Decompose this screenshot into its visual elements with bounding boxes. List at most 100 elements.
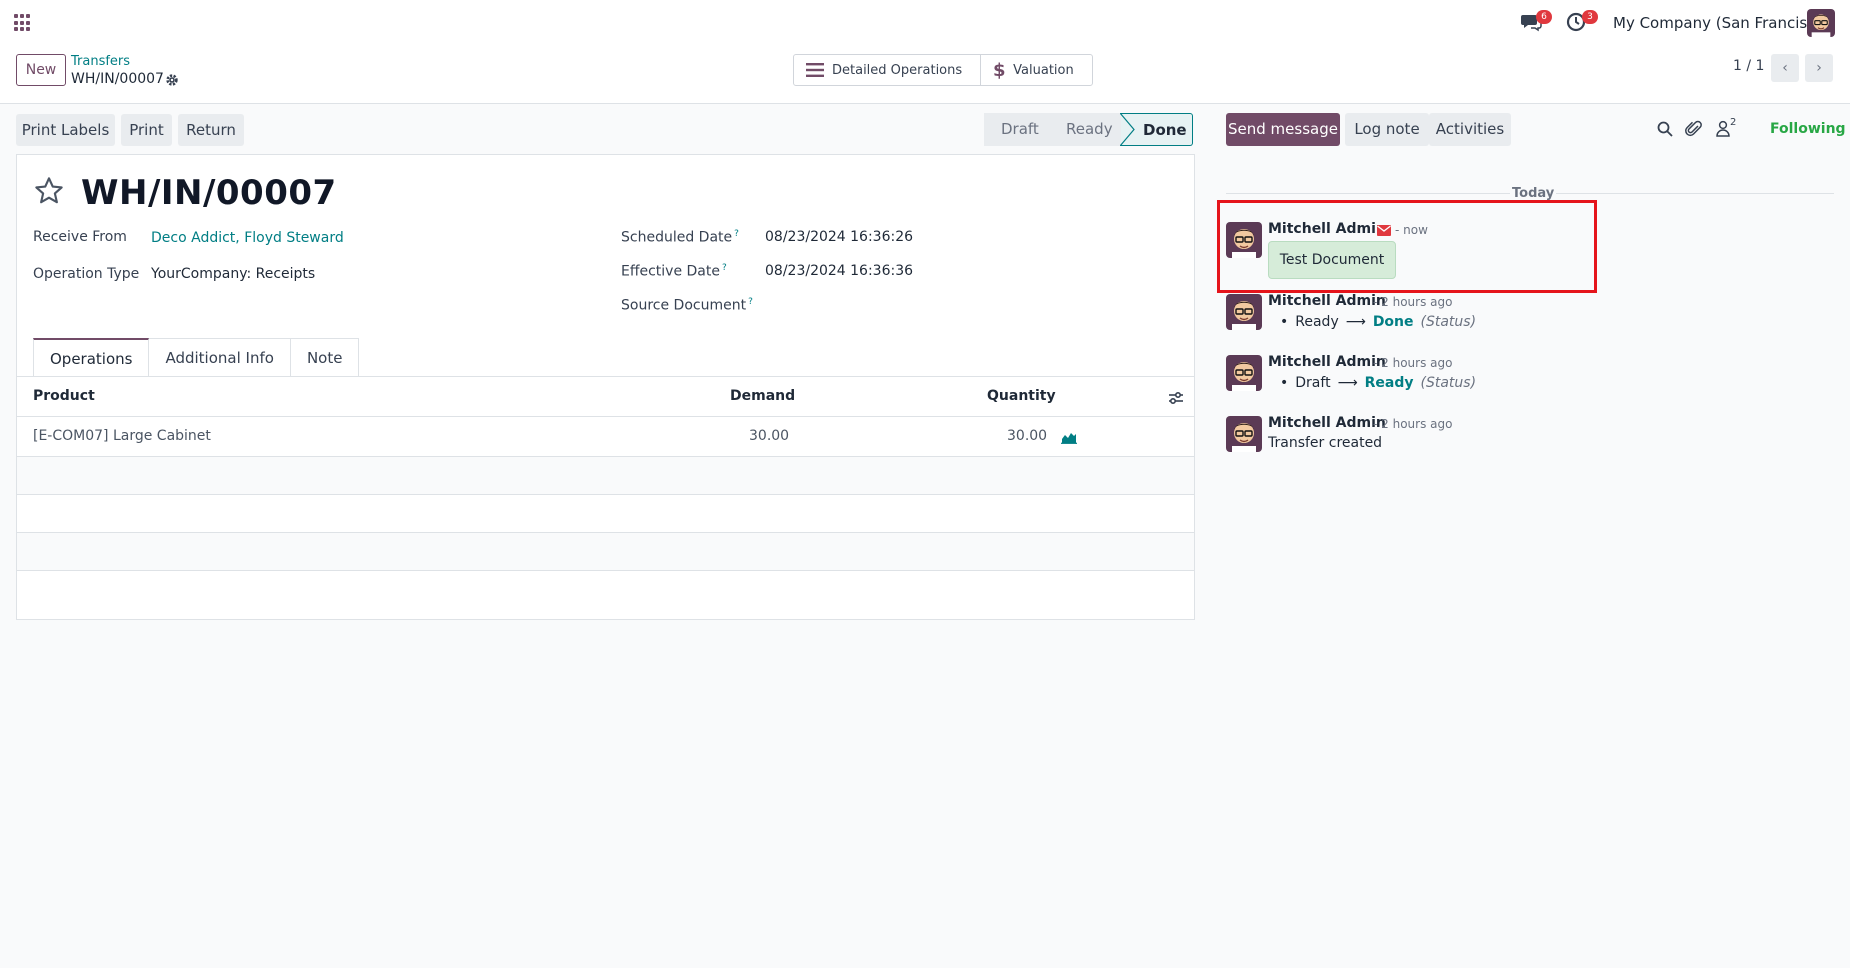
- chevron-right-icon: ›: [1816, 60, 1822, 76]
- smart-buttons: Detailed Operations $ Valuation: [793, 54, 1093, 86]
- column-demand[interactable]: Demand: [730, 388, 795, 404]
- breadcrumb-current: WH/IN/00007: [71, 71, 164, 87]
- highlight-box: [1217, 200, 1597, 293]
- effective-date-label-text: Effective Date: [621, 263, 720, 280]
- column-product[interactable]: Product: [33, 388, 95, 404]
- user-icon: [1716, 120, 1730, 137]
- effective-date-label: Effective Date?: [621, 263, 727, 280]
- new-value: Ready: [1364, 375, 1414, 391]
- avatar[interactable]: [1226, 416, 1262, 452]
- arrow-right-icon: ⟶: [1337, 375, 1358, 391]
- detailed-operations-button[interactable]: Detailed Operations: [794, 55, 980, 85]
- log-note-button[interactable]: Log note: [1345, 113, 1429, 146]
- message-time: - 2 hours ago: [1373, 295, 1453, 309]
- column-quantity[interactable]: Quantity: [987, 388, 1056, 404]
- status-ready[interactable]: Ready: [1048, 113, 1121, 146]
- forecast-chart-icon[interactable]: [1061, 430, 1077, 444]
- receive-from-field[interactable]: Deco Addict, Floyd Steward: [151, 230, 344, 246]
- operation-type-field[interactable]: YourCompany: Receipts: [151, 266, 315, 282]
- form-sheet: WH/IN/00007 Receive From Deco Addict, Fl…: [16, 154, 1195, 620]
- empty-row: [17, 533, 1194, 571]
- valuation-label: Valuation: [1013, 62, 1074, 78]
- activities-button[interactable]: 3: [1566, 10, 1598, 36]
- message-time: - 2 hours ago: [1373, 356, 1453, 370]
- scheduled-date-label-text: Scheduled Date: [621, 229, 733, 246]
- paperclip-icon[interactable]: [1685, 120, 1703, 138]
- field-name: (Status): [1420, 314, 1477, 330]
- effective-date-field: 08/23/2024 16:36:36: [765, 263, 914, 279]
- pager-next-button[interactable]: ›: [1805, 54, 1833, 82]
- activities-button[interactable]: Activities: [1429, 113, 1511, 146]
- date-separator: Today: [1510, 186, 1557, 201]
- print-labels-button[interactable]: Print Labels: [16, 114, 115, 146]
- star-icon[interactable]: [32, 175, 66, 207]
- table-header: Product Demand Quantity: [17, 377, 1194, 417]
- followers-button[interactable]: 2: [1715, 117, 1755, 140]
- search-icon[interactable]: [1656, 120, 1674, 138]
- source-document-label: Source Document?: [621, 297, 753, 314]
- record-title: WH/IN/00007: [81, 173, 337, 213]
- scheduled-date-label: Scheduled Date?: [621, 229, 739, 246]
- breadcrumb-parent-link[interactable]: Transfers: [71, 54, 130, 69]
- status-bar: Draft Ready Done: [984, 113, 1193, 146]
- message-author[interactable]: Mitchell Admin: [1268, 293, 1386, 309]
- following-button[interactable]: Following: [1770, 121, 1846, 137]
- apps-grid-icon[interactable]: [14, 14, 32, 32]
- empty-row: [17, 457, 1194, 495]
- avatar-icon: [1807, 9, 1835, 37]
- send-message-button[interactable]: Send message: [1226, 113, 1340, 146]
- company-switcher[interactable]: My Company (San Francisco): [1613, 14, 1830, 32]
- new-button[interactable]: New: [16, 54, 66, 86]
- operation-type-label: Operation Type: [33, 266, 140, 282]
- avatar[interactable]: [1226, 355, 1262, 391]
- gear-icon[interactable]: [165, 73, 179, 87]
- empty-row: [17, 495, 1194, 533]
- bars-icon: [806, 63, 824, 77]
- field-name: (Status): [1420, 375, 1477, 391]
- top-navbar: 6 3 My Company (San Francisco): [0, 0, 1850, 46]
- tab-note[interactable]: Note: [290, 338, 360, 377]
- help-icon[interactable]: ?: [722, 263, 727, 273]
- message-author[interactable]: Mitchell Admin: [1268, 415, 1386, 431]
- bullet-icon: •: [1280, 314, 1289, 330]
- bullet-icon: •: [1280, 375, 1289, 391]
- notebook-tabs: Operations Additional Info Note: [33, 338, 360, 377]
- tab-operations[interactable]: Operations: [33, 338, 150, 377]
- valuation-button[interactable]: $ Valuation: [980, 55, 1092, 85]
- source-document-label-text: Source Document: [621, 297, 747, 314]
- tracking-value: • Draft ⟶ Ready (Status): [1280, 375, 1476, 391]
- status-draft[interactable]: Draft: [984, 113, 1048, 146]
- help-icon[interactable]: ?: [734, 229, 739, 239]
- messages-badge: 6: [1536, 10, 1552, 24]
- scheduled-date-field[interactable]: 08/23/2024 16:36:26: [765, 229, 913, 245]
- avatar-icon: [1226, 294, 1262, 330]
- control-panel: New Transfers WH/IN/00007 Detailed Opera…: [0, 46, 1850, 104]
- pager-previous-button[interactable]: ‹: [1771, 54, 1799, 82]
- message-body: Transfer created: [1268, 435, 1383, 451]
- avatar-icon: [1226, 416, 1262, 452]
- status-arrow-done-icon: [1120, 113, 1135, 146]
- followers-count: 2: [1730, 117, 1737, 128]
- messages-button[interactable]: 6: [1520, 10, 1552, 36]
- chevron-left-icon: ‹: [1782, 60, 1788, 76]
- pager-value[interactable]: 1 / 1: [1733, 58, 1764, 74]
- demand-cell[interactable]: 30.00: [749, 428, 789, 444]
- new-value: Done: [1372, 314, 1414, 330]
- avatar[interactable]: [1226, 294, 1262, 330]
- tab-additional-info[interactable]: Additional Info: [149, 338, 291, 377]
- message-author[interactable]: Mitchell Admin: [1268, 354, 1386, 370]
- user-avatar[interactable]: [1807, 9, 1835, 37]
- return-button[interactable]: Return: [178, 114, 244, 146]
- optional-columns-icon[interactable]: [1168, 391, 1184, 405]
- svg-text:$: $: [993, 60, 1005, 80]
- avatar-icon: [1226, 355, 1262, 391]
- activities-badge: 3: [1582, 10, 1598, 24]
- old-value: Draft: [1295, 375, 1331, 391]
- product-cell[interactable]: [E-COM07] Large Cabinet: [33, 428, 211, 444]
- table-row[interactable]: [E-COM07] Large Cabinet 30.00 30.00: [17, 417, 1194, 457]
- dollar-icon: $: [993, 60, 1005, 80]
- help-icon[interactable]: ?: [748, 297, 753, 307]
- print-button[interactable]: Print: [121, 114, 172, 146]
- arrow-right-icon: ⟶: [1345, 314, 1366, 330]
- quantity-cell[interactable]: 30.00: [1007, 428, 1047, 444]
